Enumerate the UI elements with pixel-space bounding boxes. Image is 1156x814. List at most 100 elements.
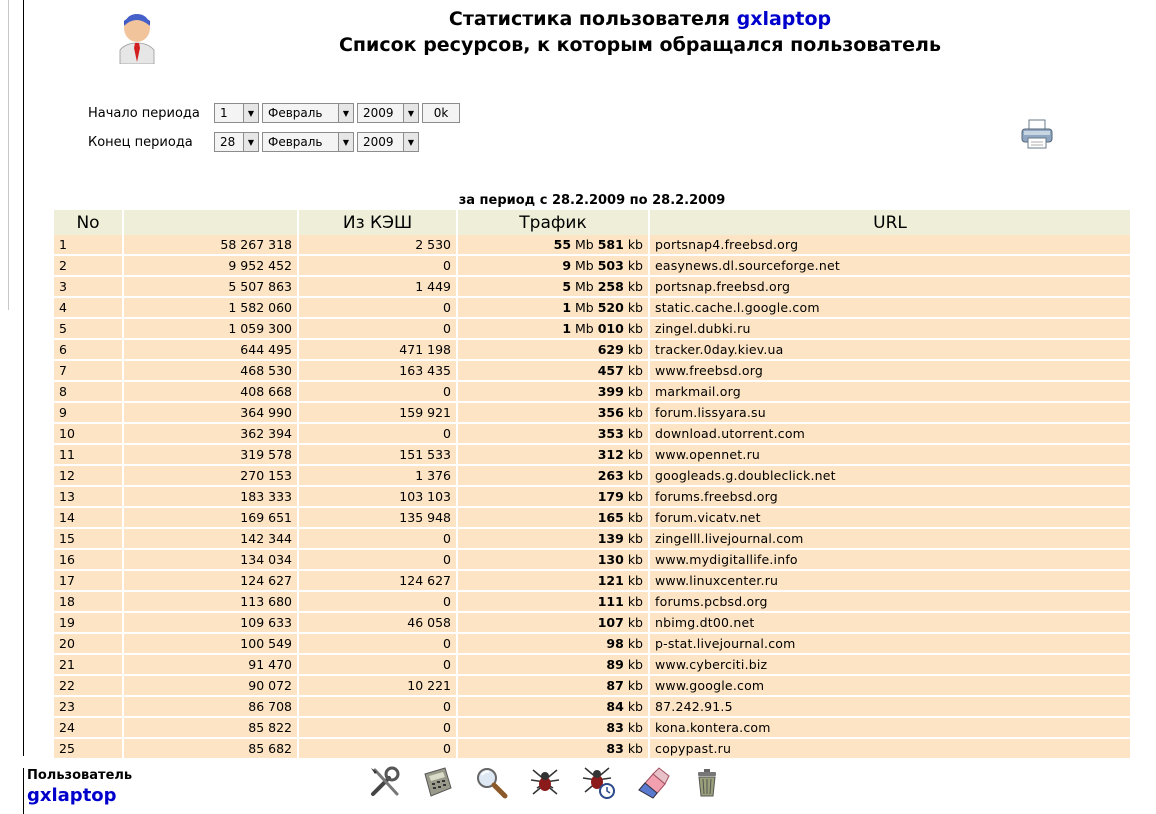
- table-row: 21 91 470 0 89 kb www.cyberciti.biz: [54, 655, 1130, 676]
- row-traffic: 121 kb: [458, 571, 650, 592]
- traffic-mb-value: 55: [553, 237, 572, 252]
- row-url-link[interactable]: kona.kontera.com: [650, 718, 1130, 739]
- row-url-link[interactable]: static.cache.l.google.com: [650, 298, 1130, 319]
- ok-button[interactable]: 0k: [422, 103, 460, 123]
- eraser-icon[interactable]: [635, 764, 671, 800]
- row-url-link[interactable]: p-stat.livejournal.com: [650, 634, 1130, 655]
- row-bytes: 644 495: [124, 340, 299, 361]
- row-url-link[interactable]: www.google.com: [650, 676, 1130, 697]
- traffic-kb-value: 263: [597, 468, 624, 483]
- row-bytes: 408 668: [124, 382, 299, 403]
- row-cache: 2 530: [299, 235, 458, 256]
- col-header-bytes[interactable]: [124, 210, 299, 235]
- row-number: 15: [54, 529, 124, 550]
- row-url-link[interactable]: tracker.0day.kiev.ua: [650, 340, 1130, 361]
- traffic-kb-unit: kb: [627, 426, 643, 441]
- table-row: 11 319 578 151 533 312 kb www.opennet.ru: [54, 445, 1130, 466]
- row-url-link[interactable]: easynews.dl.sourceforge.net: [650, 256, 1130, 277]
- row-url-link[interactable]: 87.242.91.5: [650, 697, 1130, 718]
- traffic-kb-value: 165: [597, 510, 624, 525]
- traffic-kb-value: 130: [597, 552, 624, 567]
- row-url-link[interactable]: zingel.dubki.ru: [650, 319, 1130, 340]
- row-url-link[interactable]: portsnap.freebsd.org: [650, 277, 1130, 298]
- start-day-select[interactable]: 1 ▼: [214, 103, 259, 123]
- printer-icon[interactable]: [1020, 118, 1054, 150]
- row-bytes: 9 952 452: [124, 256, 299, 277]
- row-number: 22: [54, 676, 124, 697]
- row-url-link[interactable]: forum.vicatv.net: [650, 508, 1130, 529]
- row-traffic: 399 kb: [458, 382, 650, 403]
- row-url-link[interactable]: nbimg.dt00.net: [650, 613, 1130, 634]
- row-number: 3: [54, 277, 124, 298]
- row-bytes: 58 267 318: [124, 235, 299, 256]
- traffic-mb-unit: Mb: [575, 321, 594, 336]
- row-url-link[interactable]: googleads.g.doubleclick.net: [650, 466, 1130, 487]
- period-start-label: Начало периода: [88, 105, 200, 121]
- row-bytes: 85 682: [124, 739, 299, 760]
- traffic-kb-unit: kb: [627, 657, 643, 672]
- col-header-url[interactable]: URL: [650, 210, 1130, 235]
- traffic-mb-value: 5: [562, 279, 572, 294]
- start-month-select[interactable]: Февраль ▼: [262, 103, 354, 123]
- row-url-link[interactable]: copypast.ru: [650, 739, 1130, 760]
- calculator-icon[interactable]: [419, 764, 455, 800]
- row-bytes: 91 470: [124, 655, 299, 676]
- row-traffic: 107 kb: [458, 613, 650, 634]
- row-url-link[interactable]: forums.pcbsd.org: [650, 592, 1130, 613]
- title-username[interactable]: gxlaptop: [737, 8, 832, 30]
- row-url-link[interactable]: www.linuxcenter.ru: [650, 571, 1130, 592]
- footer-username[interactable]: gxlaptop: [27, 785, 132, 806]
- col-header-traffic[interactable]: Трафик: [458, 210, 650, 235]
- tools-icon[interactable]: [367, 764, 403, 800]
- traffic-kb-value: 139: [597, 531, 624, 546]
- row-traffic: 5 Mb 258 kb: [458, 277, 650, 298]
- row-number: 14: [54, 508, 124, 529]
- start-year-select[interactable]: 2009 ▼: [357, 103, 419, 123]
- search-icon[interactable]: [473, 764, 509, 800]
- trash-icon[interactable]: [689, 764, 725, 800]
- row-url-link[interactable]: www.freebsd.org: [650, 361, 1130, 382]
- end-year-select[interactable]: 2009 ▼: [357, 132, 419, 152]
- row-cache: 163 435: [299, 361, 458, 382]
- row-url-link[interactable]: forum.lissyara.su: [650, 403, 1130, 424]
- row-url-link[interactable]: forums.freebsd.org: [650, 487, 1130, 508]
- traffic-kb-unit: kb: [627, 468, 643, 483]
- row-url-link[interactable]: zingelll.livejournal.com: [650, 529, 1130, 550]
- row-url-link[interactable]: portsnap4.freebsd.org: [650, 235, 1130, 256]
- col-header-cache[interactable]: Из КЭШ: [299, 210, 458, 235]
- traffic-kb-unit: kb: [627, 384, 643, 399]
- report-caption: за период с 28.2.2009 по 28.2.2009: [458, 193, 726, 208]
- left-border-line: [8, 0, 9, 310]
- traffic-kb-value: 010: [597, 321, 624, 336]
- row-traffic: 353 kb: [458, 424, 650, 445]
- row-url-link[interactable]: download.utorrent.com: [650, 424, 1130, 445]
- row-number: 21: [54, 655, 124, 676]
- row-number: 19: [54, 613, 124, 634]
- traffic-kb-unit: kb: [627, 531, 643, 546]
- spider-clock-icon[interactable]: [581, 764, 617, 800]
- row-traffic: 356 kb: [458, 403, 650, 424]
- row-url-link[interactable]: markmail.org: [650, 382, 1130, 403]
- period-end-row: Конец периода 28 ▼ Февраль ▼ 2009 ▼: [88, 131, 422, 153]
- table-row: 29 952 452 0 9 Mb 503 kb easynews.dl.source…: [54, 256, 1130, 277]
- row-url-link[interactable]: www.mydigitallife.info: [650, 550, 1130, 571]
- row-bytes: 86 708: [124, 697, 299, 718]
- traffic-mb-unit: Mb: [575, 237, 594, 252]
- table-header-row: No Из КЭШ Трафик URL: [54, 210, 1130, 235]
- row-number: 13: [54, 487, 124, 508]
- row-cache: 1 376: [299, 466, 458, 487]
- row-cache: 0: [299, 634, 458, 655]
- traffic-kb-unit: kb: [627, 615, 643, 630]
- table-row: 13 183 333 103 103 179 kb forums.freebsd.org: [54, 487, 1130, 508]
- end-day-select[interactable]: 28 ▼: [214, 132, 259, 152]
- row-url-link[interactable]: www.cyberciti.biz: [650, 655, 1130, 676]
- chevron-down-icon: ▼: [338, 104, 353, 122]
- page-title: Статистика пользователя gxlaptop Список …: [300, 6, 980, 58]
- end-month-select[interactable]: Февраль ▼: [262, 132, 354, 152]
- end-day-value: 28: [220, 135, 236, 149]
- row-url-link[interactable]: www.opennet.ru: [650, 445, 1130, 466]
- spider-icon[interactable]: [527, 764, 563, 800]
- row-cache: 0: [299, 739, 458, 760]
- col-header-no[interactable]: No: [54, 210, 124, 235]
- end-year-value: 2009: [363, 135, 394, 149]
